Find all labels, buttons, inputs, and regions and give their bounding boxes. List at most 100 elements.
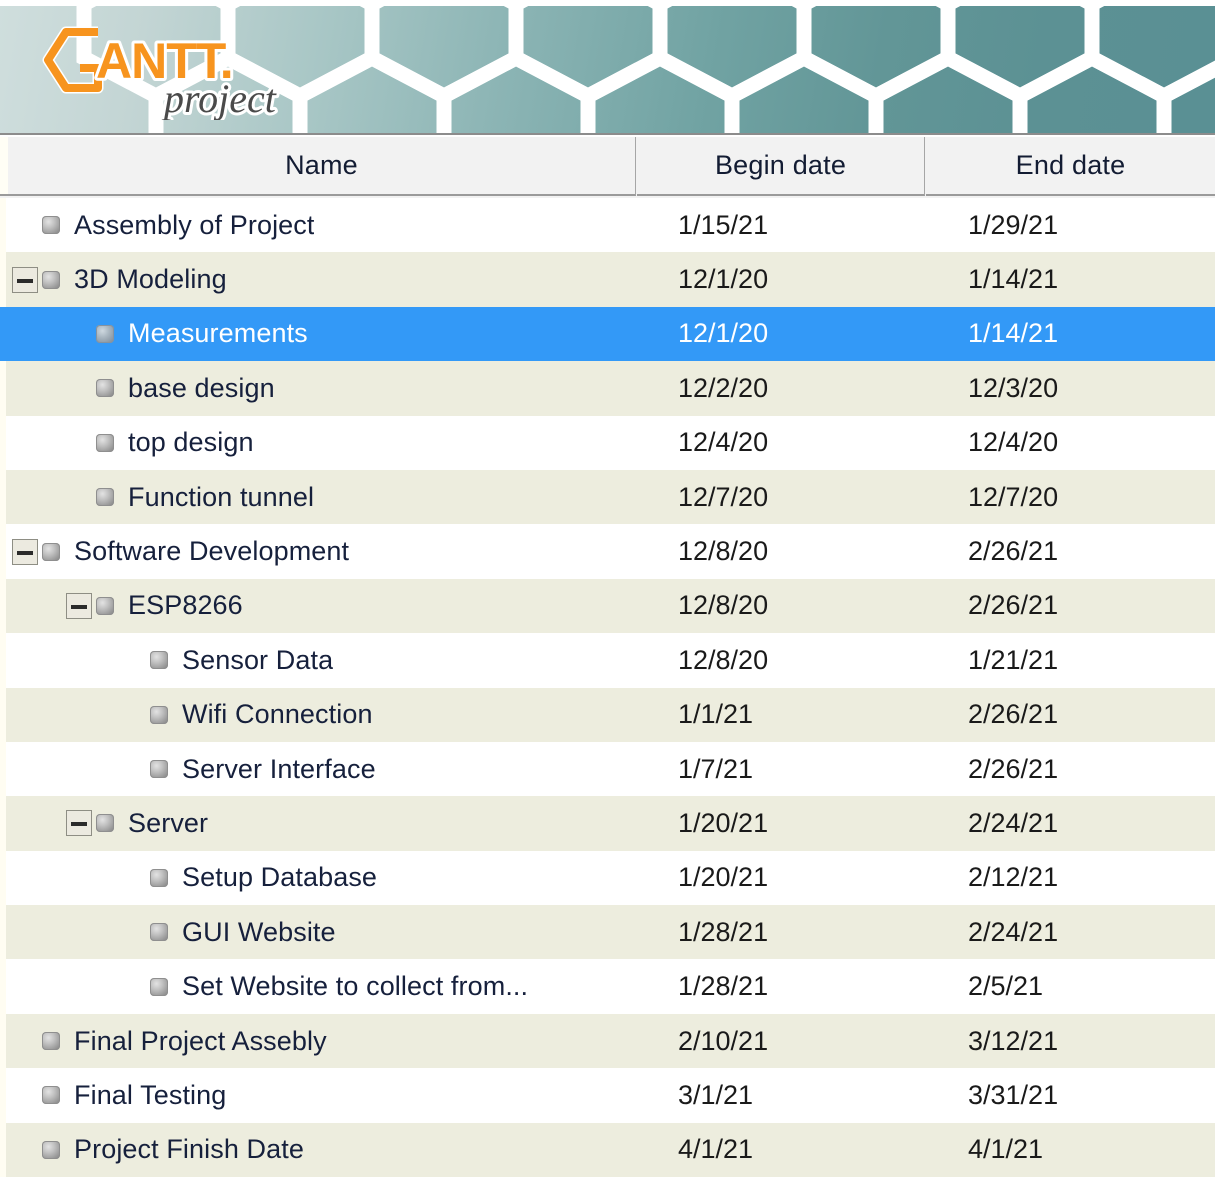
task-row[interactable]: Server 1/20/21 2/24/21 [0,796,1215,851]
task-row[interactable]: Set Website to collect from... 1/28/21 2/5… [0,959,1215,1014]
task-begin-date-cell[interactable]: 1/20/21 [636,796,926,850]
tree-indent-spacer [6,714,120,715]
collapse-minus-icon[interactable] [12,266,38,293]
task-name-label: ESP8266 [128,590,243,621]
task-end-date-cell[interactable]: 1/14/21 [926,252,1215,306]
task-name-cell[interactable]: Final Testing [6,1068,636,1122]
task-list: Assembly of Project 1/15/21 1/29/21 3D Mode… [0,198,1215,1178]
column-header-begin-date[interactable]: Begin date [637,137,925,196]
task-end-date-cell[interactable]: 12/3/20 [926,361,1215,415]
tree-expander-placeholder [12,212,38,238]
task-end-date-cell[interactable]: 1/14/21 [926,307,1215,361]
tree-indent-spacer [6,605,66,606]
task-name-cell[interactable]: Set Website to collect from... [6,959,636,1013]
task-name-cell[interactable]: Wifi Connection [6,688,636,742]
task-row[interactable]: Wifi Connection 1/1/21 2/26/21 [0,687,1215,742]
task-row[interactable]: Setup Database 1/20/21 2/12/21 [0,850,1215,906]
task-row[interactable]: ESP8266 12/8/20 2/26/21 [0,578,1215,634]
task-begin-date-cell[interactable]: 4/1/21 [636,1123,926,1177]
task-begin-date-cell[interactable]: 12/4/20 [636,416,926,470]
task-begin-date-cell[interactable]: 1/15/21 [636,198,926,252]
task-row[interactable]: Final Testing 3/1/21 3/31/21 [0,1068,1215,1123]
task-end-date-cell[interactable]: 3/12/21 [926,1014,1215,1068]
task-end-date-cell[interactable]: 12/4/20 [926,416,1215,470]
task-begin-date-cell[interactable]: 12/2/20 [636,361,926,415]
collapse-minus-icon[interactable] [66,592,92,619]
task-begin-date-cell[interactable]: 12/8/20 [636,524,926,578]
task-row[interactable]: Function tunnel 12/7/20 12/7/20 [0,469,1215,525]
task-begin-date-cell[interactable]: 12/1/20 [636,252,926,306]
task-name-cell[interactable]: top design [6,416,636,470]
task-name-cell[interactable]: Final Project Assebly [6,1014,636,1068]
task-bullet-icon [96,814,114,833]
task-begin-date-cell[interactable]: 1/28/21 [636,905,926,959]
task-row[interactable]: base design 12/2/20 12/3/20 [0,361,1215,416]
task-begin-date-cell[interactable]: 1/28/21 [636,959,926,1013]
task-name-label: Server Interface [182,753,376,784]
task-end-date-cell[interactable]: 1/21/21 [926,633,1215,687]
task-name-cell[interactable]: Setup Database [6,851,636,905]
task-name-cell[interactable]: GUI Website [6,905,636,959]
task-end-date-cell[interactable]: 4/1/21 [926,1123,1215,1177]
task-bullet-icon [96,433,114,452]
task-end-date-cell[interactable]: 2/24/21 [926,905,1215,959]
header-left-gutter [0,137,8,196]
column-header-end-date[interactable]: End date [926,137,1215,196]
tree-indent-spacer [6,769,120,770]
tree-expander-placeholder [120,756,146,782]
tree-expander-placeholder [12,1028,38,1054]
task-bullet-icon [150,651,168,670]
task-row[interactable]: 3D Modeling 12/1/20 1/14/21 [0,252,1215,307]
task-end-date-cell[interactable]: 12/7/20 [926,470,1215,524]
task-begin-date-cell[interactable]: 3/1/21 [636,1068,926,1122]
tree-expander-placeholder [120,865,146,891]
task-name-label: Software Development [74,536,350,567]
task-name-cell[interactable]: base design [6,361,636,415]
task-begin-date-cell[interactable]: 12/8/20 [636,633,926,687]
task-end-date-cell[interactable]: 2/12/21 [926,851,1215,905]
task-name-cell[interactable]: Sensor Data [6,633,636,687]
column-header-name[interactable]: Name [8,137,636,196]
gantt-project-task-table: ANTT. ANTT. project project Name Begin d… [0,0,1215,1189]
task-row[interactable]: Sensor Data 12/8/20 1/21/21 [0,633,1215,688]
task-row[interactable]: Measurements 12/1/20 1/14/21 [0,306,1215,362]
task-name-cell[interactable]: Software Development [6,524,636,578]
task-row[interactable]: GUI Website 1/28/21 2/24/21 [0,905,1215,960]
task-name-cell[interactable]: ESP8266 [6,579,636,633]
task-row[interactable]: Project Finish Date 4/1/21 4/1/21 [0,1122,1215,1178]
task-name-cell[interactable]: Measurements [6,307,636,361]
task-row[interactable]: top design 12/4/20 12/4/20 [0,415,1215,470]
task-row[interactable]: Final Project Assebly 2/10/21 3/12/21 [0,1013,1215,1069]
task-name-cell[interactable]: Server [6,796,636,850]
tree-expander-placeholder [120,974,146,1000]
task-end-date-cell[interactable]: 2/26/21 [926,688,1215,742]
task-end-date-cell[interactable]: 2/24/21 [926,796,1215,850]
task-begin-date-cell[interactable]: 1/20/21 [636,851,926,905]
task-row[interactable]: Server Interface 1/7/21 2/26/21 [0,741,1215,797]
task-end-date-cell[interactable]: 2/5/21 [926,959,1215,1013]
task-name-cell[interactable]: Function tunnel [6,470,636,524]
task-end-date-cell[interactable]: 2/26/21 [926,579,1215,633]
task-end-date-cell[interactable]: 1/29/21 [926,198,1215,252]
task-bullet-icon [150,705,168,724]
task-bullet-icon [96,596,114,615]
task-end-date-cell[interactable]: 2/26/21 [926,524,1215,578]
tree-indent-spacer [6,388,66,389]
collapse-minus-icon[interactable] [12,538,38,565]
tree-indent-spacer [6,877,120,878]
task-row[interactable]: Assembly of Project 1/15/21 1/29/21 [0,198,1215,253]
task-begin-date-cell[interactable]: 12/7/20 [636,470,926,524]
task-name-cell[interactable]: Server Interface [6,742,636,796]
collapse-minus-icon[interactable] [66,810,92,837]
task-begin-date-cell[interactable]: 2/10/21 [636,1014,926,1068]
task-begin-date-cell[interactable]: 1/7/21 [636,742,926,796]
task-end-date-cell[interactable]: 3/31/21 [926,1068,1215,1122]
task-begin-date-cell[interactable]: 12/1/20 [636,307,926,361]
task-begin-date-cell[interactable]: 12/8/20 [636,579,926,633]
task-name-cell[interactable]: Assembly of Project [6,198,636,252]
task-end-date-cell[interactable]: 2/26/21 [926,742,1215,796]
task-name-cell[interactable]: Project Finish Date [6,1123,636,1177]
task-name-cell[interactable]: 3D Modeling [6,252,636,306]
task-begin-date-cell[interactable]: 1/1/21 [636,688,926,742]
task-row[interactable]: Software Development 12/8/20 2/26/21 [0,524,1215,579]
